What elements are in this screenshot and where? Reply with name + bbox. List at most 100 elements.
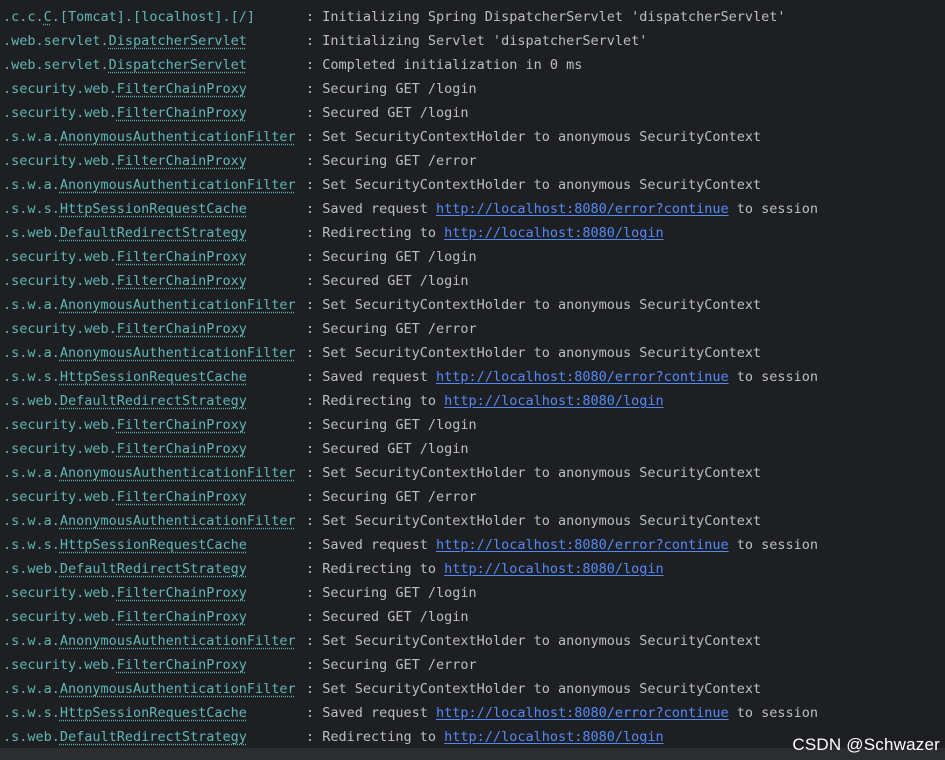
logger-package: .security.web.	[3, 585, 117, 601]
logger-name: .s.w.s.HttpSessionRequestCache	[3, 701, 247, 725]
logger-name: .s.w.a.AnonymousAuthenticationFilter	[3, 125, 296, 149]
log-message: : Securing GET /login	[306, 581, 477, 605]
log-message-text: : Securing GET /login	[306, 417, 477, 433]
log-line: .security.web.FilterChainProxy: Secured …	[0, 605, 945, 629]
logger-name: .web.servlet.DispatcherServlet	[3, 53, 247, 77]
log-message: : Set SecurityContextHolder to anonymous…	[306, 173, 761, 197]
logger-class-link[interactable]: FilterChainProxy	[117, 417, 247, 433]
logger-class-link[interactable]: HttpSessionRequestCache	[60, 705, 247, 721]
logger-class-link[interactable]: FilterChainProxy	[117, 609, 247, 625]
logger-package: .s.w.s.	[3, 201, 60, 217]
logger-class-link[interactable]: AnonymousAuthenticationFilter	[60, 465, 296, 481]
log-message-text: : Secured GET /login	[306, 105, 469, 121]
log-line: .security.web.FilterChainProxy: Secured …	[0, 437, 945, 461]
log-url-link[interactable]: http://localhost:8080/login	[444, 561, 663, 577]
logger-class-link[interactable]: AnonymousAuthenticationFilter	[60, 681, 296, 697]
log-message: : Redirecting to http://localhost:8080/l…	[306, 557, 664, 581]
log-line: .s.web.DefaultRedirectStrategy: Redirect…	[0, 389, 945, 413]
logger-package: .s.w.a.	[3, 345, 60, 361]
logger-name: .s.web.DefaultRedirectStrategy	[3, 221, 247, 245]
log-message: : Secured GET /login	[306, 269, 469, 293]
log-url-link[interactable]: http://localhost:8080/error?continue	[436, 201, 729, 217]
logger-class-link[interactable]: DefaultRedirectStrategy	[60, 729, 247, 745]
log-message-text: : Securing GET /error	[306, 153, 477, 169]
log-lines: .c.c.C.[Tomcat].[localhost].[/]: Initial…	[0, 5, 945, 749]
log-message-text: : Saved request	[306, 369, 437, 385]
log-line: .security.web.FilterChainProxy: Securing…	[0, 653, 945, 677]
logger-class-link[interactable]: FilterChainProxy	[117, 273, 247, 289]
log-line: .s.w.a.AnonymousAuthenticationFilter: Se…	[0, 173, 945, 197]
log-url-link[interactable]: http://localhost:8080/login	[444, 393, 663, 409]
log-message-text: : Securing GET /login	[306, 249, 477, 265]
logger-class-link[interactable]: DefaultRedirectStrategy	[60, 225, 247, 241]
logger-class-link[interactable]: FilterChainProxy	[117, 249, 247, 265]
log-message-text: : Redirecting to	[306, 561, 445, 577]
log-line: .web.servlet.DispatcherServlet: Complete…	[0, 53, 945, 77]
logger-name: .s.w.a.AnonymousAuthenticationFilter	[3, 629, 296, 653]
logger-name: .security.web.FilterChainProxy	[3, 605, 247, 629]
log-message-text: : Set SecurityContextHolder to anonymous…	[306, 345, 762, 361]
logger-class-link[interactable]: FilterChainProxy	[117, 153, 247, 169]
log-message-tail: to session	[728, 201, 819, 217]
logger-class-link[interactable]: HttpSessionRequestCache	[60, 201, 247, 217]
logger-class-link[interactable]: AnonymousAuthenticationFilter	[60, 513, 296, 529]
log-line: .c.c.C.[Tomcat].[localhost].[/]: Initial…	[0, 5, 945, 29]
logger-class-link[interactable]: AnonymousAuthenticationFilter	[60, 297, 296, 313]
log-line: .s.w.s.HttpSessionRequestCache: Saved re…	[0, 365, 945, 389]
logger-class-link[interactable]: AnonymousAuthenticationFilter	[60, 345, 296, 361]
log-url-link[interactable]: http://localhost:8080/login	[444, 729, 663, 745]
log-message-tail: to session	[728, 537, 819, 553]
logger-name: .s.w.s.HttpSessionRequestCache	[3, 197, 247, 221]
logger-class-link[interactable]: FilterChainProxy	[117, 489, 247, 505]
log-message: : Securing GET /error	[306, 149, 477, 173]
logger-class-link[interactable]: HttpSessionRequestCache	[60, 537, 247, 553]
log-message-text: : Redirecting to	[306, 729, 445, 745]
log-message-text: : Initializing Spring DispatcherServlet …	[306, 9, 786, 25]
logger-name: .s.w.s.HttpSessionRequestCache	[3, 533, 247, 557]
log-message-text: : Securing GET /error	[306, 657, 477, 673]
logger-name: .security.web.FilterChainProxy	[3, 317, 247, 341]
log-message: : Securing GET /login	[306, 245, 477, 269]
log-message-text: : Set SecurityContextHolder to anonymous…	[306, 129, 762, 145]
log-message: : Set SecurityContextHolder to anonymous…	[306, 293, 761, 317]
logger-class-link[interactable]: FilterChainProxy	[117, 321, 247, 337]
logger-class-link[interactable]: HttpSessionRequestCache	[60, 369, 247, 385]
log-message: : Securing GET /error	[306, 653, 477, 677]
logger-class-link[interactable]: FilterChainProxy	[117, 585, 247, 601]
log-message: : Set SecurityContextHolder to anonymous…	[306, 341, 761, 365]
logger-name: .security.web.FilterChainProxy	[3, 245, 247, 269]
log-message: : Redirecting to http://localhost:8080/l…	[306, 221, 664, 245]
logger-package: .security.web.	[3, 321, 117, 337]
log-message-text: : Securing GET /login	[306, 81, 477, 97]
logger-class-link[interactable]: C	[44, 9, 52, 25]
logger-class-link[interactable]: FilterChainProxy	[117, 81, 247, 97]
logger-class-link[interactable]: AnonymousAuthenticationFilter	[60, 129, 296, 145]
log-message: : Securing GET /error	[306, 317, 477, 341]
log-url-link[interactable]: http://localhost:8080/error?continue	[436, 705, 729, 721]
logger-class-link[interactable]: DispatcherServlet	[109, 57, 247, 73]
logger-class-link[interactable]: FilterChainProxy	[117, 105, 247, 121]
logger-package: .security.web.	[3, 273, 117, 289]
log-url-link[interactable]: http://localhost:8080/login	[444, 225, 663, 241]
logger-name: .s.w.a.AnonymousAuthenticationFilter	[3, 341, 296, 365]
log-line: .security.web.FilterChainProxy : Secured …	[0, 101, 945, 125]
log-line: .s.w.a.AnonymousAuthenticationFilter: Se…	[0, 629, 945, 653]
logger-name: .security.web.FilterChainProxy	[3, 101, 247, 125]
log-message: : Redirecting to http://localhost:8080/l…	[306, 389, 664, 413]
console-output[interactable]: .c.c.C.[Tomcat].[localhost].[/]: Initial…	[0, 0, 945, 760]
log-message: : Secured GET /login	[306, 437, 469, 461]
log-url-link[interactable]: http://localhost:8080/error?continue	[436, 537, 729, 553]
logger-class-link[interactable]: AnonymousAuthenticationFilter	[60, 177, 296, 193]
logger-package: .security.web.	[3, 105, 117, 121]
logger-class-link[interactable]: DefaultRedirectStrategy	[60, 561, 247, 577]
log-message: : Securing GET /error	[306, 485, 477, 509]
logger-class-link[interactable]: DispatcherServlet	[109, 33, 247, 49]
logger-class-link[interactable]: DefaultRedirectStrategy	[60, 393, 247, 409]
logger-class-link[interactable]: AnonymousAuthenticationFilter	[60, 633, 296, 649]
logger-package: .s.web.	[3, 225, 60, 241]
log-url-link[interactable]: http://localhost:8080/error?continue	[436, 369, 729, 385]
log-message-text: : Securing GET /error	[306, 489, 477, 505]
log-message-text: : Securing GET /error	[306, 321, 477, 337]
logger-class-link[interactable]: FilterChainProxy	[117, 657, 247, 673]
logger-class-link[interactable]: FilterChainProxy	[117, 441, 247, 457]
